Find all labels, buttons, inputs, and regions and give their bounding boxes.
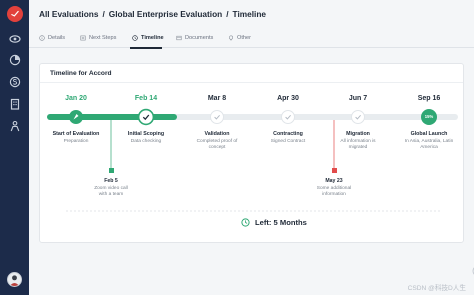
building-icon[interactable]	[8, 97, 21, 110]
clock-icon	[132, 35, 138, 41]
breadcrumb-evaluation[interactable]: Global Enterprise Evaluation	[109, 9, 222, 19]
document-icon	[176, 35, 182, 41]
milestone-title: Validation	[204, 131, 230, 137]
milestone-subtitle: Completed proof of concept	[196, 139, 238, 151]
milestone-title: Contracting	[273, 131, 303, 137]
milestone-node[interactable]	[137, 108, 155, 126]
timeline-card: Timeline for Accord 15% Jan 20 Feb 14 Ma…	[39, 63, 464, 243]
milestone-title: Initial Scoping	[127, 131, 165, 137]
milestone-subtitle: Signed Contract	[270, 139, 306, 144]
person-icon[interactable]	[8, 119, 21, 132]
milestone-node[interactable]	[69, 110, 83, 124]
time-left-label: Left: 5 Months	[255, 218, 307, 227]
main-content: All Evaluations / Global Enterprise Evalua…	[29, 0, 474, 295]
milestone-node[interactable]	[210, 110, 224, 124]
milestone-subtitle: Data checking	[130, 139, 162, 144]
milestone-title: Global Launch	[410, 131, 448, 137]
tab-details[interactable]: Details	[39, 33, 65, 43]
lightbulb-icon	[228, 35, 234, 41]
sidebar	[0, 0, 29, 295]
info-icon	[39, 35, 45, 41]
pie-chart-icon[interactable]	[8, 53, 21, 66]
tab-label: Documents	[185, 35, 214, 41]
tab-other[interactable]: Other	[228, 33, 251, 43]
flag-marker[interactable]	[332, 168, 337, 173]
flag-subtitle: Some additional information	[316, 186, 352, 198]
clock-icon	[241, 218, 250, 227]
tab-label: Timeline	[141, 35, 164, 41]
milestone-date: Apr 30	[277, 95, 299, 102]
watermark: CSDN @科技D人生	[407, 285, 466, 292]
breadcrumb-separator: /	[226, 9, 229, 19]
milestone-title: Migration	[346, 131, 370, 137]
flag-date: May 23	[325, 178, 343, 184]
milestone-subtitle: In Asia, Australia, Latin America	[404, 139, 454, 151]
milestone-node[interactable]	[281, 110, 295, 124]
currency-icon[interactable]	[8, 75, 21, 88]
user-avatar[interactable]	[7, 272, 22, 287]
milestone-date: Mar 8	[207, 95, 227, 102]
breadcrumb-separator: /	[102, 9, 105, 19]
time-left-indicator: Left: 5 Months	[241, 218, 307, 227]
active-tab-indicator	[130, 47, 162, 49]
breadcrumb: All Evaluations / Global Enterprise Evalua…	[39, 9, 266, 19]
timeline-graphic	[47, 108, 458, 212]
milestone-date: Jun 7	[348, 95, 368, 102]
final-badge: 15%	[424, 114, 434, 119]
flag-marker[interactable]	[109, 168, 114, 173]
milestone-date: Feb 14	[134, 95, 158, 102]
milestone-node[interactable]	[351, 110, 365, 124]
next-steps-icon	[80, 35, 86, 41]
breadcrumb-current: Timeline	[232, 9, 267, 19]
brand-logo-icon[interactable]	[7, 6, 23, 22]
tab-label: Details	[48, 35, 66, 41]
flag-subtitle: Zoom video call with a team	[94, 186, 128, 198]
eye-icon[interactable]	[8, 32, 21, 45]
breadcrumb-all-evaluations[interactable]: All Evaluations	[39, 9, 98, 19]
tab-bar: Details Next Steps Timeline Documents Ot…	[29, 28, 474, 48]
milestone-title: Start of Evaluation	[52, 131, 100, 137]
tab-documents[interactable]: Documents	[176, 33, 213, 43]
tab-label: Other	[237, 35, 251, 41]
tab-timeline[interactable]: Timeline	[132, 33, 164, 43]
milestone-date: Sep 16	[417, 95, 441, 102]
tab-label: Next Steps	[89, 35, 117, 41]
milestone-subtitle: All information is migrated	[340, 139, 376, 151]
milestone-subtitle: Preparation	[63, 139, 89, 144]
flag-date: Feb 5	[104, 178, 118, 184]
milestone-date: Jan 20	[65, 95, 87, 102]
tab-next-steps[interactable]: Next Steps	[80, 33, 116, 43]
